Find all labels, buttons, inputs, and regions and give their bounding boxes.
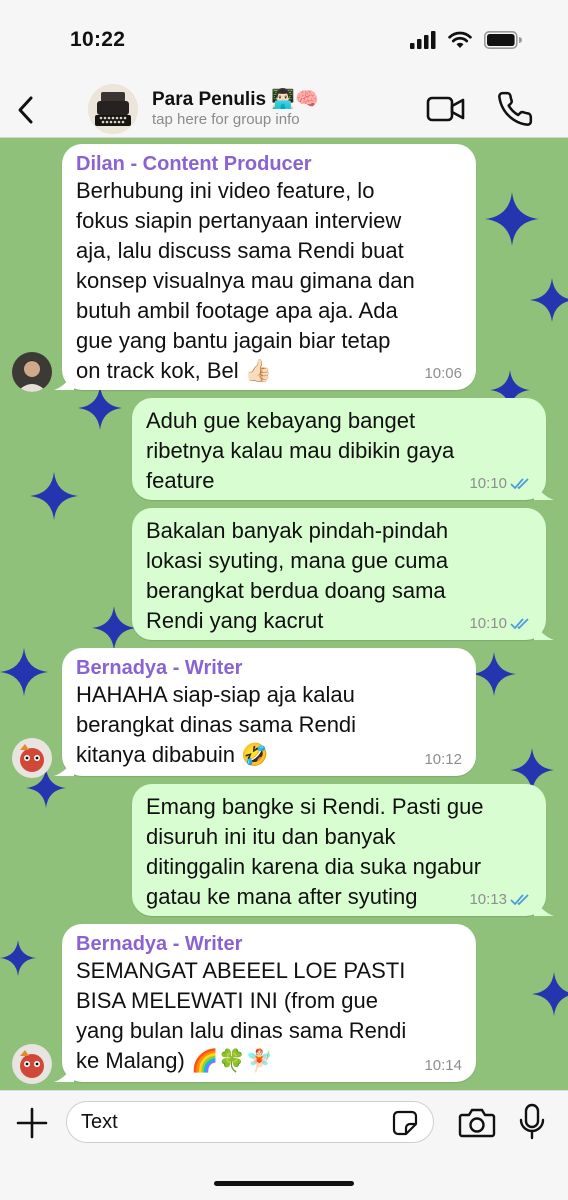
wallpaper-star-icon: [530, 278, 568, 322]
message-input[interactable]: [66, 1101, 434, 1143]
plus-icon: [16, 1107, 48, 1139]
status-bar: 10:22: [0, 0, 568, 82]
person-avatar-icon: [12, 352, 52, 392]
sender-avatar[interactable]: [12, 352, 52, 392]
message-timestamp: 10:13: [469, 891, 507, 908]
camera-button[interactable]: [458, 1107, 496, 1139]
phone-call-icon: [498, 91, 533, 126]
battery-icon: [484, 31, 522, 49]
double-check-read-icon: [510, 617, 529, 629]
message-text: SEMANGAT ABEEEL LOE PASTI BISA MELEWATI …: [76, 958, 407, 1073]
bubble-tail: [534, 898, 554, 916]
message-bubble[interactable]: Aduh gue kebayang banget ribetnya kalau …: [132, 398, 554, 500]
message-text: HAHAHA siap-siap aja kalau berangkat din…: [76, 682, 357, 767]
wallpaper-star-icon: [92, 606, 136, 650]
microphone-icon: [519, 1103, 545, 1140]
wallpaper-star-icon: [78, 386, 122, 430]
sender-avatar[interactable]: [12, 738, 52, 778]
message-bubble[interactable]: Emang bangke si Rendi. Pasti gue disuruh…: [132, 784, 554, 916]
sender-name[interactable]: Bernadya - Writer: [76, 932, 462, 956]
bubble-tail: [534, 622, 554, 640]
group-name[interactable]: Para Penulis 👨🏻‍💻🧠: [152, 87, 319, 111]
video-call-icon: [426, 96, 465, 122]
message-time: 10:10: [469, 475, 532, 492]
cellular-signal-icon: [410, 31, 436, 49]
typewriter-icon: [88, 84, 138, 134]
message-text: Berhubung ini video feature, lo fokus si…: [76, 178, 415, 383]
wallpaper-star-icon: [472, 652, 516, 696]
cartoon-avatar-icon: [12, 738, 52, 778]
message-timestamp: 10:14: [424, 1057, 462, 1074]
sticker-icon: [392, 1110, 418, 1136]
wallpaper-star-icon: [0, 648, 48, 696]
double-check-read-icon: [510, 477, 529, 489]
voice-call-button[interactable]: [496, 90, 534, 128]
sender-name[interactable]: Bernadya - Writer: [76, 656, 462, 680]
message-time: 10:06: [424, 365, 462, 382]
attach-button[interactable]: [14, 1105, 50, 1141]
sender-name[interactable]: Dilan - Content Producer: [76, 152, 462, 176]
double-check-read-icon: [510, 893, 529, 905]
bubble-tail: [534, 482, 554, 500]
message-bubble[interactable]: Bakalan banyak pindah-pindah lokasi syut…: [132, 508, 554, 640]
message-time: 10:10: [469, 615, 532, 632]
wallpaper-star-icon: [30, 472, 78, 520]
bubble-tail: [54, 758, 74, 776]
message-timestamp: 10:12: [424, 751, 462, 768]
sticker-button[interactable]: [392, 1110, 418, 1136]
status-icons: [410, 31, 522, 49]
wallpaper-star-icon: [532, 972, 568, 1016]
chat-area[interactable]: Dilan - Content Producer Berhubung ini v…: [0, 138, 568, 1090]
status-time: 10:22: [70, 28, 126, 51]
home-indicator: [214, 1181, 354, 1186]
camera-icon: [458, 1108, 496, 1138]
message-bubble[interactable]: Bernadya - Writer HAHAHA siap-siap aja k…: [54, 648, 476, 776]
chat-header: Para Penulis 👨🏻‍💻🧠 tap here for group in…: [0, 82, 568, 138]
message-time: 10:14: [424, 1057, 462, 1074]
bubble-tail: [54, 372, 74, 390]
message-timestamp: 10:06: [424, 365, 462, 382]
message-bubble[interactable]: Bernadya - Writer SEMANGAT ABEEEL LOE PA…: [54, 924, 476, 1082]
group-info-hint[interactable]: tap here for group info: [152, 111, 300, 128]
bubble-tail: [54, 1064, 74, 1082]
message-timestamp: 10:10: [469, 475, 507, 492]
back-button[interactable]: [8, 90, 44, 130]
wifi-icon: [448, 31, 472, 48]
composer-bar: [0, 1090, 568, 1200]
cartoon-avatar-icon: [12, 1044, 52, 1084]
microphone-button[interactable]: [518, 1103, 546, 1141]
message-bubble[interactable]: Dilan - Content Producer Berhubung ini v…: [54, 144, 476, 390]
sender-avatar[interactable]: [12, 1044, 52, 1084]
wallpaper-star-icon: [485, 192, 539, 246]
wallpaper-star-icon: [0, 940, 36, 976]
group-avatar[interactable]: [88, 84, 138, 134]
video-call-button[interactable]: [426, 92, 466, 126]
back-chevron-icon: [18, 96, 33, 124]
message-timestamp: 10:10: [469, 615, 507, 632]
message-time: 10:13: [469, 891, 532, 908]
message-time: 10:12: [424, 751, 462, 768]
